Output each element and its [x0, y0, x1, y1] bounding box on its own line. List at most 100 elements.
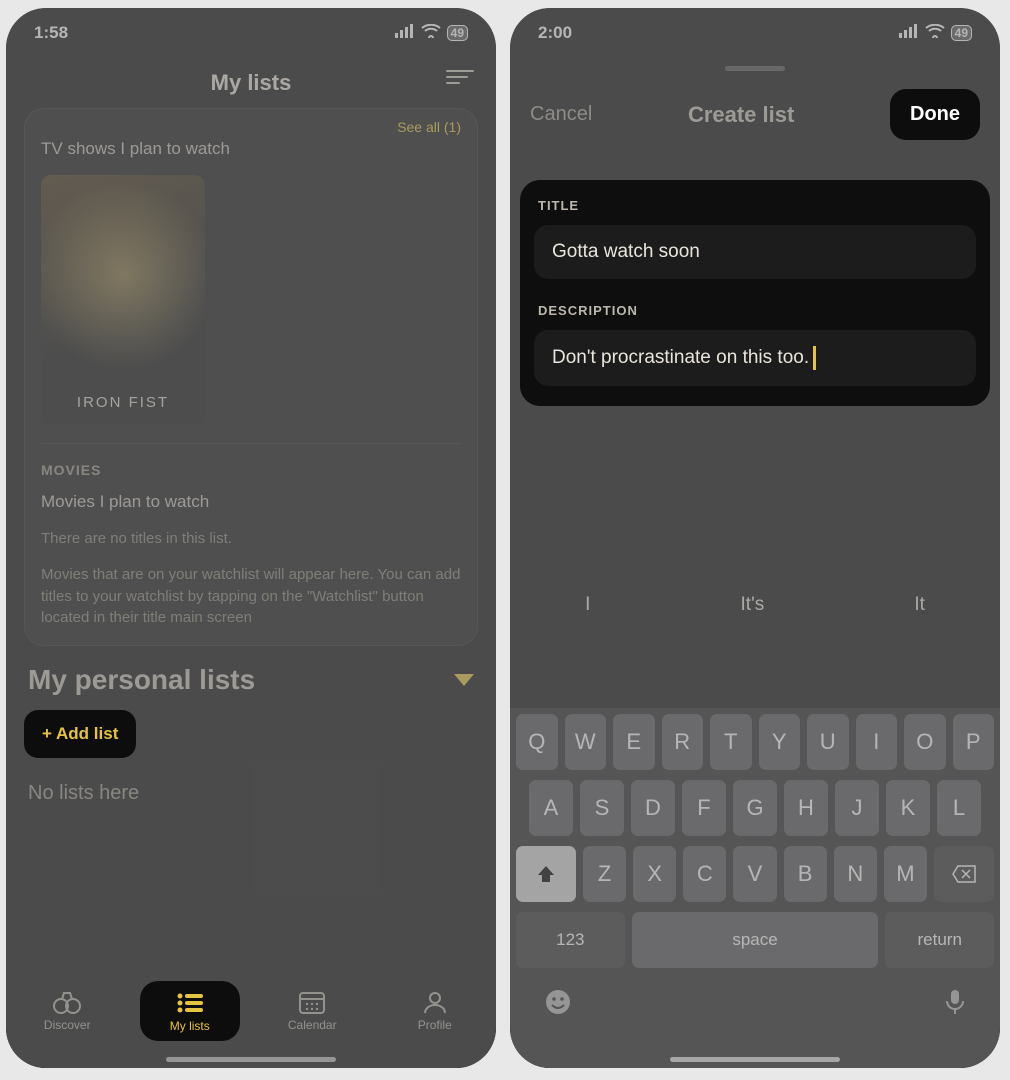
- keyboard: Q W E R T Y U I O P A S D F G H J K L Z: [510, 708, 1000, 1068]
- filter-icon[interactable]: [446, 66, 474, 88]
- key-shift[interactable]: [516, 846, 576, 902]
- keyboard-row-2: A S D F G H J K L: [516, 780, 994, 836]
- page-title: My lists: [211, 70, 292, 96]
- battery-icon: 49: [951, 25, 972, 41]
- key-o[interactable]: O: [904, 714, 946, 770]
- keyboard-row-4: 123 space return: [516, 912, 994, 968]
- modal-nav: Cancel Create list Done: [510, 71, 1000, 148]
- key-a[interactable]: A: [529, 780, 573, 836]
- title-input[interactable]: Gotta watch soon: [534, 225, 976, 279]
- home-indicator: [670, 1057, 840, 1062]
- key-n[interactable]: N: [834, 846, 877, 902]
- key-m[interactable]: M: [884, 846, 927, 902]
- wifi-icon: [421, 23, 441, 43]
- tab-profile[interactable]: Profile: [385, 990, 485, 1032]
- backspace-icon: [952, 865, 976, 883]
- cellular-icon: [899, 23, 919, 43]
- key-p[interactable]: P: [953, 714, 995, 770]
- suggestion[interactable]: I: [585, 594, 590, 616]
- keyboard-row-1: Q W E R T Y U I O P: [516, 714, 994, 770]
- key-space[interactable]: space: [632, 912, 879, 968]
- key-v[interactable]: V: [733, 846, 776, 902]
- title-field-label: TITLE: [538, 198, 972, 213]
- status-time: 1:58: [34, 23, 68, 43]
- nav-bar: My lists: [6, 58, 496, 108]
- key-t[interactable]: T: [710, 714, 752, 770]
- status-icons: 49: [899, 23, 972, 43]
- key-i[interactable]: I: [856, 714, 898, 770]
- keyboard-bottom-row: [516, 978, 994, 1023]
- tab-my-lists[interactable]: My lists: [140, 981, 240, 1041]
- status-bar: 1:58 49: [6, 8, 496, 58]
- text-cursor: [813, 346, 816, 370]
- chevron-down-icon: [454, 674, 474, 686]
- tab-label: My lists: [170, 1019, 210, 1033]
- key-b[interactable]: B: [784, 846, 827, 902]
- key-h[interactable]: H: [784, 780, 828, 836]
- movies-plan-label: Movies I plan to watch: [41, 492, 461, 512]
- key-w[interactable]: W: [565, 714, 607, 770]
- list-icon: [176, 991, 204, 1015]
- key-k[interactable]: K: [886, 780, 930, 836]
- tv-shows-card: See all (1) TV shows I plan to watch IRO…: [24, 108, 478, 646]
- suggestion[interactable]: It's: [741, 594, 765, 616]
- key-x[interactable]: X: [633, 846, 676, 902]
- key-r[interactable]: R: [662, 714, 704, 770]
- movies-label: MOVIES: [41, 462, 461, 478]
- home-indicator: [166, 1057, 336, 1062]
- shift-icon: [536, 864, 556, 884]
- key-z[interactable]: Z: [583, 846, 626, 902]
- title-input-value: Gotta watch soon: [552, 241, 700, 262]
- status-bar: 2:00 49: [510, 8, 1000, 58]
- key-u[interactable]: U: [807, 714, 849, 770]
- key-e[interactable]: E: [613, 714, 655, 770]
- keyboard-suggestions: I It's It: [510, 586, 1000, 624]
- keyboard-row-3: Z X C V B N M: [516, 846, 994, 902]
- cellular-icon: [395, 23, 415, 43]
- key-q[interactable]: Q: [516, 714, 558, 770]
- wifi-icon: [925, 23, 945, 43]
- poster-title: IRON FIST: [41, 394, 205, 411]
- cancel-button[interactable]: Cancel: [530, 103, 592, 126]
- tab-bar: Discover My lists Calendar Profile: [6, 968, 496, 1068]
- content-scroll[interactable]: See all (1) TV shows I plan to watch IRO…: [6, 108, 496, 805]
- key-y[interactable]: Y: [759, 714, 801, 770]
- calendar-icon: [298, 990, 326, 1014]
- done-button[interactable]: Done: [890, 89, 980, 140]
- key-d[interactable]: D: [631, 780, 675, 836]
- key-c[interactable]: C: [683, 846, 726, 902]
- description-input[interactable]: Don't procrastinate on this too.: [534, 330, 976, 386]
- status-time: 2:00: [538, 23, 572, 43]
- see-all-link[interactable]: See all (1): [41, 119, 461, 135]
- key-f[interactable]: F: [682, 780, 726, 836]
- modal-title: Create list: [688, 102, 794, 128]
- mic-icon[interactable]: [944, 988, 966, 1023]
- key-123[interactable]: 123: [516, 912, 625, 968]
- description-input-value: Don't procrastinate on this too.: [552, 347, 809, 368]
- key-s[interactable]: S: [580, 780, 624, 836]
- emoji-icon[interactable]: [544, 988, 572, 1023]
- tab-label: Profile: [418, 1018, 452, 1032]
- profile-icon: [421, 990, 449, 1014]
- key-backspace[interactable]: [934, 846, 994, 902]
- add-list-button[interactable]: + Add list: [24, 710, 136, 758]
- tab-discover[interactable]: Discover: [17, 990, 117, 1032]
- movies-empty-2: Movies that are on your watchlist will a…: [41, 564, 461, 629]
- binoculars-icon: [53, 990, 81, 1014]
- key-j[interactable]: J: [835, 780, 879, 836]
- tv-plan-label: TV shows I plan to watch: [41, 139, 461, 159]
- tab-label: Calendar: [288, 1018, 337, 1032]
- tab-calendar[interactable]: Calendar: [262, 990, 362, 1032]
- poster-iron-fist[interactable]: IRON FIST: [41, 175, 205, 425]
- personal-lists-header[interactable]: My personal lists: [24, 664, 478, 696]
- phone-screenshot-right: 2:00 49 Cancel Create list Done TITLE Go…: [510, 8, 1000, 1068]
- key-g[interactable]: G: [733, 780, 777, 836]
- key-return[interactable]: return: [885, 912, 994, 968]
- no-lists-text: No lists here: [24, 782, 478, 805]
- tab-label: Discover: [44, 1018, 91, 1032]
- personal-lists-title: My personal lists: [28, 664, 255, 696]
- key-l[interactable]: L: [937, 780, 981, 836]
- suggestion[interactable]: It: [914, 594, 925, 616]
- create-list-form: TITLE Gotta watch soon DESCRIPTION Don't…: [520, 180, 990, 406]
- status-icons: 49: [395, 23, 468, 43]
